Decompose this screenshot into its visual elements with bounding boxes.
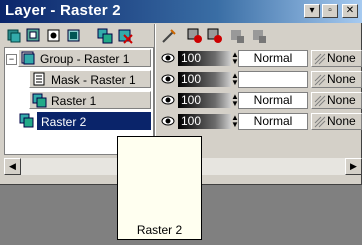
- scroll-right-button[interactable]: ▶: [345, 158, 362, 175]
- layer-name: Mask - Raster 1: [51, 73, 136, 87]
- tree-row-group[interactable]: − Group - Raster 1: [5, 49, 153, 68]
- opacity-slider[interactable]: 100: [178, 114, 231, 129]
- lock-button[interactable]: None: [311, 50, 362, 67]
- property-row: 100 ▲ ▼ Normal None: [158, 112, 362, 131]
- window-title: Layer - Raster 2: [5, 2, 121, 19]
- layer-button[interactable]: Group - Raster 1: [18, 49, 151, 67]
- blend-mode-dropdown[interactable]: [238, 71, 308, 88]
- new-adjustment-layer-icon[interactable]: [65, 27, 83, 45]
- layer-toolbar: [0, 24, 362, 48]
- layer-button[interactable]: Raster 1: [29, 91, 151, 109]
- blend-mode-dropdown[interactable]: Normal: [238, 113, 308, 130]
- blend-mode-dropdown[interactable]: Normal: [238, 92, 308, 109]
- delete-layer-icon[interactable]: [116, 27, 134, 45]
- layer-name: Raster 1: [51, 94, 97, 108]
- new-mask-icon[interactable]: [45, 27, 63, 45]
- eye-icon[interactable]: [161, 73, 175, 85]
- raster-layer-icon: [19, 113, 34, 128]
- layer-button-selected[interactable]: Raster 2: [37, 112, 151, 130]
- opacity-spinner[interactable]: ▲ ▼: [231, 72, 239, 87]
- lock-button[interactable]: None: [311, 92, 362, 109]
- lock-transparency-icon: [314, 116, 326, 128]
- tree-row-raster-2[interactable]: Raster 2: [5, 112, 153, 131]
- layer-thumbnail-tooltip: Raster 2: [117, 136, 202, 240]
- thumbnail-label: Raster 2: [136, 223, 183, 237]
- edit-selection-icon[interactable]: [160, 27, 178, 45]
- lock-label: None: [327, 51, 356, 65]
- eye-icon[interactable]: [161, 94, 175, 106]
- layer-button[interactable]: Mask - Raster 1: [29, 70, 151, 88]
- lock-label: None: [327, 93, 356, 107]
- property-row: 100 ▲ ▼ None: [158, 70, 362, 89]
- opacity-slider[interactable]: 100: [178, 51, 231, 66]
- close-button[interactable]: ✕: [342, 4, 358, 18]
- tree-row-raster-1[interactable]: Raster 1: [5, 91, 153, 110]
- eye-icon[interactable]: [161, 52, 175, 64]
- opacity-slider[interactable]: 100: [178, 72, 231, 87]
- lock-transparency-icon: [314, 74, 326, 86]
- eye-icon[interactable]: [161, 115, 175, 127]
- new-vector-layer-icon[interactable]: [25, 27, 43, 45]
- scroll-left-button[interactable]: ◀: [4, 158, 21, 175]
- lock-all-icon[interactable]: [250, 27, 268, 45]
- lock-transparency-icon: [314, 95, 326, 107]
- lock-label: None: [327, 114, 356, 128]
- link-toggle-icon[interactable]: [206, 27, 224, 45]
- visibility-toggle-icon[interactable]: [186, 27, 204, 45]
- new-raster-layer-icon[interactable]: [5, 27, 23, 45]
- raster-layer-icon: [32, 93, 47, 108]
- duplicate-layer-icon[interactable]: [96, 27, 114, 45]
- tree-row-mask[interactable]: Mask - Raster 1: [5, 70, 153, 89]
- property-row: 100 ▲ ▼ Normal None: [158, 91, 362, 110]
- title-bar[interactable]: Layer - Raster 2 ▾ ▫ ✕: [0, 0, 362, 23]
- group-layer-icon: [21, 51, 35, 65]
- opacity-spinner[interactable]: ▲ ▼: [231, 114, 239, 129]
- menu-button[interactable]: ▾: [304, 4, 320, 18]
- lock-label: None: [327, 72, 356, 86]
- collapse-toggle-icon[interactable]: −: [6, 54, 17, 65]
- restore-button[interactable]: ▫: [322, 4, 338, 18]
- opacity-spinner[interactable]: ▲ ▼: [231, 51, 239, 66]
- lock-button[interactable]: None: [311, 71, 362, 88]
- lock-icon[interactable]: [228, 27, 246, 45]
- opacity-spinner[interactable]: ▲ ▼: [231, 93, 239, 108]
- blend-mode-dropdown[interactable]: Normal: [238, 50, 308, 67]
- layer-name: Raster 2: [41, 115, 87, 129]
- property-row: 100 ▲ ▼ Normal None: [158, 49, 362, 68]
- lock-transparency-icon: [314, 53, 326, 65]
- lock-button[interactable]: None: [311, 113, 362, 130]
- opacity-slider[interactable]: 100: [178, 93, 231, 108]
- layer-name: Group - Raster 1: [40, 52, 130, 66]
- mask-layer-icon: [33, 72, 45, 86]
